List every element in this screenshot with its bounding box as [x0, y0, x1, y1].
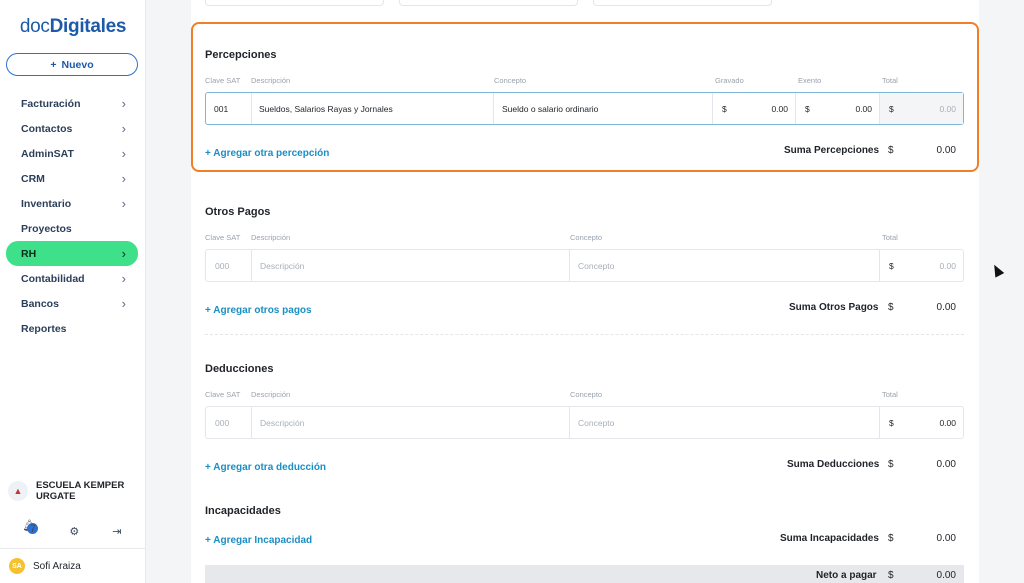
field-stub	[205, 0, 384, 6]
descripcion-input[interactable]: Sueldos, Salarios Rayas y Jornales	[252, 93, 494, 124]
table-row: 000 Descripción Concepto $0.00	[205, 406, 964, 439]
chevron-right-icon: ›	[121, 171, 126, 186]
gravado-input[interactable]: $0.00	[713, 93, 796, 124]
section-title: Deducciones	[205, 363, 274, 375]
total-field: $0.00	[889, 417, 956, 428]
incapacidades-section: Incapacidades + Agregar Incapacidad Suma…	[205, 505, 964, 546]
total-field: $0.00	[880, 93, 963, 124]
app-logo[interactable]: docDigitales	[0, 16, 146, 38]
add-otros-pagos-link[interactable]: + Agregar otros pagos	[205, 305, 312, 316]
sidebar-item-facturacion[interactable]: Facturación ›	[6, 91, 138, 116]
deducciones-section: Deducciones Clave SAT Descripción Concep…	[205, 363, 964, 473]
sidebar-item-proyectos[interactable]: Proyectos	[6, 216, 138, 241]
total-field: $0.00	[889, 260, 956, 271]
table-row: 000 Descripción Concepto $0.00	[205, 249, 964, 282]
gear-icon[interactable]: ⚙	[69, 525, 79, 538]
sidebar-item-reportes[interactable]: Reportes	[6, 316, 138, 341]
section-title: Otros Pagos	[205, 206, 271, 218]
sidebar-item-rh[interactable]: RH ›	[6, 241, 138, 266]
plus-icon: +	[50, 58, 57, 71]
clave-sat-input[interactable]: 001	[206, 93, 252, 124]
notification-badge: 7	[27, 523, 39, 535]
logout-icon[interactable]: ⇥	[112, 525, 121, 538]
chevron-right-icon: ›	[121, 96, 126, 111]
sidebar-item-inventario[interactable]: Inventario ›	[6, 191, 138, 216]
chevron-right-icon: ›	[121, 121, 126, 136]
concepto-input[interactable]: Concepto	[570, 250, 880, 281]
chevron-right-icon: ›	[121, 146, 126, 161]
otros-pagos-section: Otros Pagos Clave SAT Descripción Concep…	[205, 206, 964, 316]
sidebar-actions: 🔔︎7 ⚙ ⇥	[6, 519, 138, 543]
avatar: SA	[9, 558, 25, 574]
new-button[interactable]: + Nuevo	[6, 53, 138, 76]
sidebar-item-contabilidad[interactable]: Contabilidad ›	[6, 266, 138, 291]
user-name: Sofi Araiza	[33, 560, 81, 572]
chevron-right-icon: ›	[121, 296, 126, 311]
section-title: Percepciones	[205, 49, 277, 61]
add-percepcion-link[interactable]: + Agregar otra percepción	[205, 148, 329, 159]
company-selector[interactable]: ▲ ESCUELA KEMPER URGATE	[8, 480, 142, 502]
concepto-input[interactable]: Concepto	[570, 407, 880, 438]
sidebar-item-adminsat[interactable]: AdminSAT ›	[6, 141, 138, 166]
clave-sat-input[interactable]: 000	[206, 250, 252, 281]
concepto-input[interactable]: Sueldo o salario ordinario	[494, 93, 713, 124]
sidebar-item-bancos[interactable]: Bancos ›	[6, 291, 138, 316]
chevron-right-icon: ›	[121, 196, 126, 211]
mouse-cursor	[989, 262, 1005, 278]
chevron-right-icon: ›	[121, 271, 126, 286]
bell-icon[interactable]: 🔔︎7	[22, 519, 39, 543]
descripcion-input[interactable]: Descripción	[252, 250, 570, 281]
percepciones-section: Percepciones Clave SAT Descripción Conce…	[205, 49, 964, 159]
sidebar: docDigitales + Nuevo Facturación › Contact…	[0, 0, 146, 583]
divider	[205, 334, 964, 335]
clave-sat-input[interactable]: 000	[206, 407, 252, 438]
field-stub	[593, 0, 772, 6]
section-title: Incapacidades	[205, 505, 281, 517]
user-menu[interactable]: SA Sofi Araiza	[0, 548, 146, 583]
chevron-right-icon: ›	[121, 246, 126, 261]
add-deduccion-link[interactable]: + Agregar otra deducción	[205, 462, 326, 473]
payroll-form: Percepciones Clave SAT Descripción Conce…	[191, 0, 979, 583]
sidebar-nav: Facturación › Contactos › AdminSAT › CRM › I…	[6, 91, 138, 341]
sidebar-item-contactos[interactable]: Contactos ›	[6, 116, 138, 141]
add-incapacidad-link[interactable]: + Agregar Incapacidad	[205, 535, 312, 546]
neto-a-pagar-bar: Neto a pagar $ 0.00	[205, 565, 964, 583]
exento-input[interactable]: $0.00	[796, 93, 880, 124]
table-row: 001 Sueldos, Salarios Rayas y Jornales S…	[205, 92, 964, 125]
sidebar-item-crm[interactable]: CRM ›	[6, 166, 138, 191]
company-logo-icon: ▲	[8, 481, 28, 501]
descripcion-input[interactable]: Descripción	[252, 407, 570, 438]
field-stub	[399, 0, 578, 6]
